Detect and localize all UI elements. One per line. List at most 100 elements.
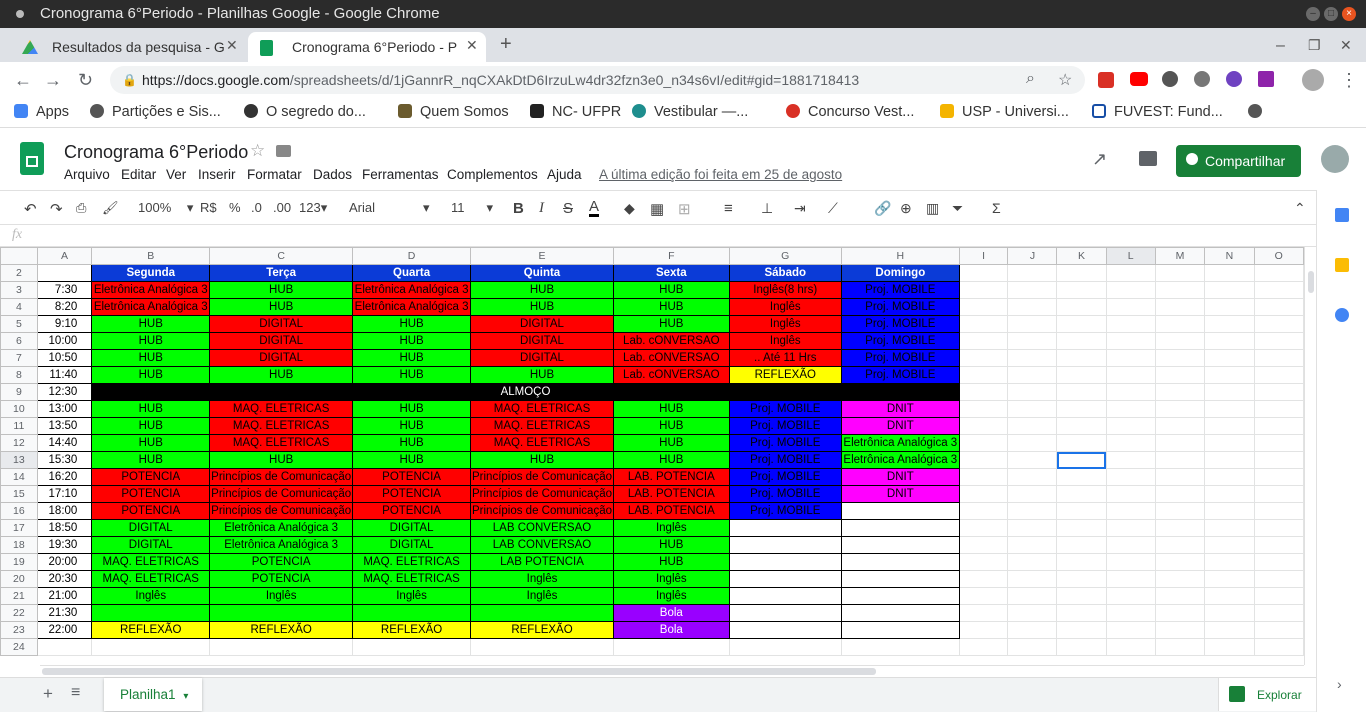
select-all-corner[interactable] <box>0 247 38 265</box>
time-cell[interactable]: 17:10 <box>36 485 93 503</box>
schedule-cell[interactable]: HUB <box>470 298 614 316</box>
search-icon[interactable]: ⌕ <box>1026 70 1035 88</box>
url-input[interactable]: 🔒 https://docs.google.com/spreadsheets/d… <box>110 66 1085 94</box>
empty-cell[interactable] <box>1056 570 1107 588</box>
add-sheet-icon[interactable]: + <box>43 684 53 704</box>
last-edit-link[interactable]: A última edição foi feita em 25 de agost… <box>599 167 842 182</box>
row-header[interactable]: 17 <box>0 519 38 537</box>
schedule-cell[interactable] <box>840 553 960 571</box>
empty-cell[interactable] <box>1007 570 1058 588</box>
empty-cell[interactable] <box>1154 502 1206 520</box>
schedule-cell[interactable]: MAQ. ELETRICAS <box>91 570 211 588</box>
empty-cell[interactable] <box>728 638 842 656</box>
print-icon[interactable]: ⎙ <box>76 200 86 216</box>
empty-cell[interactable] <box>1007 417 1058 435</box>
time-cell[interactable]: 20:30 <box>36 570 93 588</box>
strikethrough-icon[interactable]: S <box>563 200 573 217</box>
empty-cell[interactable] <box>1007 383 1058 401</box>
italic-icon[interactable]: I <box>539 200 544 217</box>
time-cell[interactable]: 7:30 <box>36 281 93 299</box>
empty-cell[interactable] <box>613 638 730 656</box>
empty-cell[interactable] <box>1105 332 1156 350</box>
minimize-window-icon[interactable]: – <box>1306 7 1320 21</box>
empty-cell[interactable] <box>1154 366 1206 384</box>
schedule-cell[interactable] <box>728 553 842 571</box>
decrease-decimal-button[interactable]: .0 <box>251 200 262 215</box>
schedule-cell[interactable]: Eletrônica Analógica 3 <box>91 298 211 316</box>
text-wrapping-icon[interactable]: ⇥ <box>794 200 806 217</box>
schedule-cell[interactable]: Proj. MOBILE <box>840 332 960 350</box>
schedule-cell[interactable]: HUB <box>352 366 471 384</box>
row-header[interactable]: 16 <box>0 502 38 520</box>
column-header[interactable]: I <box>958 247 1009 265</box>
column-header[interactable]: M <box>1154 247 1206 265</box>
day-header-cell[interactable]: Sábado <box>728 264 842 282</box>
empty-cell[interactable] <box>1007 502 1058 520</box>
schedule-cell[interactable]: MAQ. ELETRICAS <box>209 434 354 452</box>
empty-cell[interactable] <box>1204 604 1255 622</box>
insert-link-icon[interactable]: 🔗 <box>874 200 891 217</box>
schedule-cell[interactable]: HUB <box>209 451 354 469</box>
empty-cell[interactable] <box>36 638 93 656</box>
schedule-cell[interactable]: HUB <box>613 553 730 571</box>
row-header[interactable]: 21 <box>0 587 38 605</box>
empty-cell[interactable] <box>1154 638 1206 656</box>
extension-icon[interactable] <box>1226 71 1242 87</box>
empty-cell[interactable] <box>1056 298 1107 316</box>
empty-cell[interactable] <box>1105 485 1156 503</box>
schedule-cell[interactable]: Princípios de Comunicação <box>470 485 614 503</box>
empty-cell[interactable] <box>1056 587 1107 605</box>
empty-cell[interactable] <box>1154 434 1206 452</box>
schedule-cell[interactable]: HUB <box>613 417 730 435</box>
reload-icon[interactable]: ↻ <box>78 70 93 91</box>
schedule-cell[interactable]: DIGITAL <box>352 536 471 554</box>
schedule-cell[interactable]: HUB <box>613 400 730 418</box>
empty-cell[interactable] <box>1007 468 1058 486</box>
empty-cell[interactable] <box>958 587 1009 605</box>
schedule-cell[interactable]: MAQ. ELETRICAS <box>352 570 471 588</box>
empty-cell[interactable] <box>1007 400 1058 418</box>
empty-cell[interactable] <box>958 638 1009 656</box>
time-cell[interactable]: 9:10 <box>36 315 93 333</box>
schedule-cell[interactable]: Princípios de Comunicação <box>470 468 614 486</box>
extension-icon[interactable] <box>1258 71 1274 87</box>
empty-cell[interactable] <box>1154 264 1206 282</box>
empty-cell[interactable] <box>209 638 354 656</box>
day-header-cell[interactable]: Sexta <box>613 264 730 282</box>
empty-cell[interactable] <box>1007 451 1058 469</box>
schedule-cell[interactable]: HUB <box>470 281 614 299</box>
time-cell[interactable]: 10:50 <box>36 349 93 367</box>
empty-cell[interactable] <box>1154 587 1206 605</box>
schedule-cell[interactable]: DIGITAL <box>209 332 354 350</box>
schedule-cell[interactable]: HUB <box>352 332 471 350</box>
row-header[interactable]: 10 <box>0 400 38 418</box>
calendar-icon[interactable] <box>1335 208 1349 222</box>
empty-cell[interactable] <box>958 349 1009 367</box>
day-header-cell[interactable]: Terça <box>209 264 354 282</box>
bold-icon[interactable]: B <box>513 200 524 217</box>
schedule-cell[interactable]: REFLEXÃO <box>91 621 211 639</box>
row-header[interactable]: 15 <box>0 485 38 503</box>
empty-cell[interactable] <box>958 468 1009 486</box>
menu-formatar[interactable]: Formatar <box>247 167 302 182</box>
empty-cell[interactable] <box>1154 315 1206 333</box>
column-header[interactable]: C <box>209 247 354 265</box>
schedule-cell[interactable] <box>470 604 614 622</box>
schedule-cell[interactable]: HUB <box>352 349 471 367</box>
empty-cell[interactable] <box>1154 332 1206 350</box>
schedule-cell[interactable] <box>840 519 960 537</box>
close-tab-icon[interactable]: ✕ <box>226 37 238 54</box>
schedule-cell[interactable] <box>728 536 842 554</box>
empty-cell[interactable] <box>1154 536 1206 554</box>
schedule-cell[interactable]: HUB <box>91 451 211 469</box>
empty-cell[interactable] <box>1204 587 1255 605</box>
schedule-cell[interactable]: Eletrônica Analógica 3 <box>209 536 354 554</box>
schedule-cell[interactable]: REFLEXÃO <box>352 621 471 639</box>
schedule-cell[interactable]: POTENCIA <box>91 468 211 486</box>
row-header[interactable]: 4 <box>0 298 38 316</box>
schedule-cell[interactable]: Inglês <box>209 587 354 605</box>
row-header[interactable]: 5 <box>0 315 38 333</box>
all-sheets-icon[interactable]: ≡ <box>71 684 80 702</box>
empty-cell[interactable] <box>1253 298 1304 316</box>
empty-cell[interactable] <box>1105 400 1156 418</box>
